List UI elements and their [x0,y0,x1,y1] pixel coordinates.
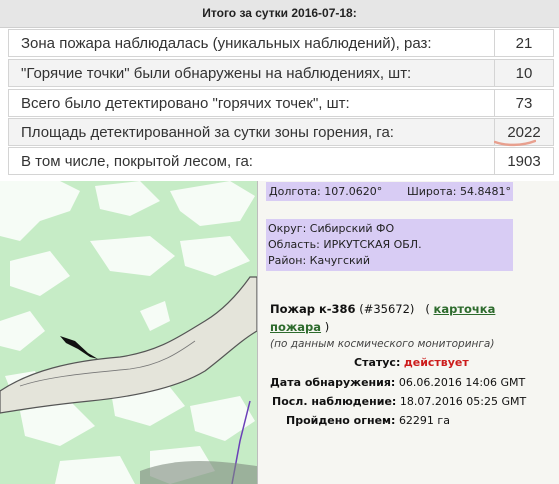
summary-row: В том числе, покрытой лесом, га: 1903 [8,147,554,175]
status-key: Статус: [354,356,401,369]
fire-id: (#35672) [359,302,415,316]
summary-row-label: Зона пожара наблюдалась (уникальных набл… [21,35,432,52]
burned-area-line: Пройдено огнем: 62291 га [286,414,450,427]
fire-title: Пожар к-386 (#35672) ( карточка [270,302,495,316]
summary-row-value: 21 [494,30,553,56]
status-value: действует [403,356,469,369]
summary-title: Итого за сутки 2016-07-18: [202,6,357,20]
highlight-underline [494,139,536,147]
summary-row-label: "Горячие точки" были обнаружены на наблю… [21,65,412,82]
oblast-text: Область: ИРКУТСКАЯ ОБЛ. [268,238,422,251]
district-text: Округ: Сибирский ФО [268,222,395,235]
longitude-text: Долгота: 107.0620° [269,185,383,198]
detected-line: Дата обнаружения: 06.06.2016 14:06 GMT [270,376,525,389]
daily-summary-table: Итого за сутки 2016-07-18: Зона пожара н… [0,0,559,181]
burned-area-key: Пройдено огнем: [286,414,396,427]
summary-row: Всего было детектировано "горячих точек"… [8,89,554,117]
coordinates-bar: Долгота: 107.0620° Широта: 54.8481° [266,182,513,201]
fire-card-link-line: пожара ) [270,320,329,334]
summary-row: Зона пожара наблюдалась (уникальных набл… [8,29,554,57]
summary-row: Площадь детектированной за сутки зоны го… [8,118,554,146]
fire-card-link[interactable]: карточка [434,302,496,316]
summary-row-value: 1903 [494,148,553,174]
summary-row-value: 10 [494,60,553,86]
summary-row-label: Всего было детектировано "горячих точек"… [21,95,350,112]
close-paren: ) [324,320,330,334]
summary-row-value: 73 [494,90,553,116]
fire-card-link-continued[interactable]: пожара [270,320,321,334]
open-paren: ( [425,302,430,316]
fire-label: Пожар к-386 [270,302,356,316]
last-observation-key: Посл. наблюдение: [272,395,397,408]
burned-area-value: 62291 га [398,414,450,427]
river-shape [0,276,258,414]
raion-text: Район: Качугский [268,254,370,267]
detected-value: 06.06.2016 14:06 GMT [398,376,526,389]
summary-row-label: Площадь детектированной за сутки зоны го… [21,124,394,141]
last-observation-line: Посл. наблюдение: 18.07.2016 05:25 GMT [272,395,526,408]
last-observation-value: 18.07.2016 05:25 GMT [399,395,527,408]
detected-key: Дата обнаружения: [270,376,396,389]
fire-info-popup: Долгота: 107.0620° Широта: 54.8481° Окру… [257,181,559,484]
region-box: Округ: Сибирский ФО Область: ИРКУТСКАЯ О… [266,219,513,271]
summary-header: Итого за сутки 2016-07-18: [0,0,559,28]
latitude-text: Широта: 54.8481° [407,185,511,198]
status-line: Статус: действует [354,356,469,369]
monitoring-note: (по данным космического мониторинга) [270,338,495,350]
river-branch [60,336,98,359]
summary-row-label: В том числе, покрытой лесом, га: [21,153,253,170]
summary-row: "Горячие точки" были обнаружены на наблю… [8,59,554,87]
